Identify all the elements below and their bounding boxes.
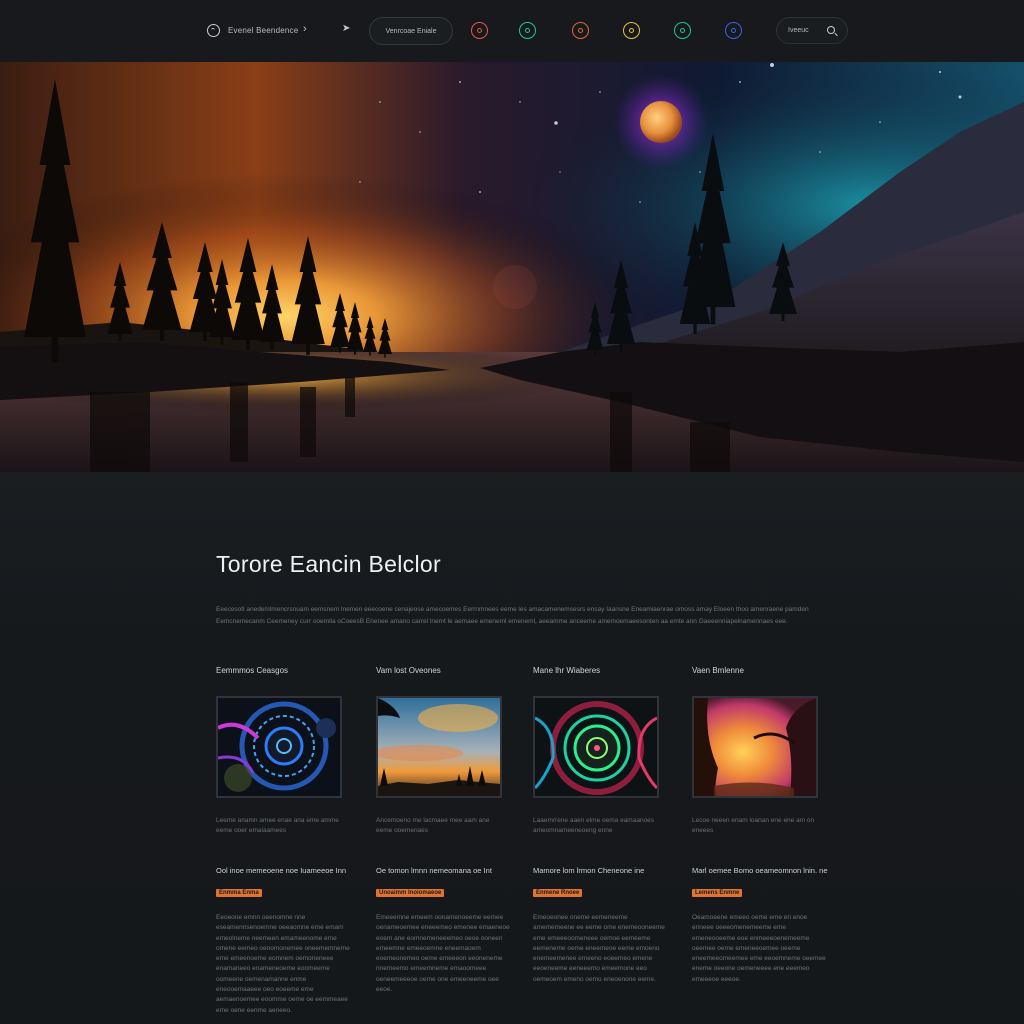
neon-mandala-image <box>535 698 657 796</box>
brand[interactable]: Evenel Beendence <box>207 24 298 37</box>
article-preview[interactable]: Oe tomon lmnn nemeomana oe Int Unoaimm I… <box>376 866 516 995</box>
article-tag-badge[interactable]: Enmene Rnoee <box>533 889 583 897</box>
card-thumbnail[interactable] <box>216 696 342 798</box>
article-excerpt: Emeoeonee oneme eemeneeme amememeene ee … <box>533 914 665 983</box>
target-icon[interactable] <box>572 22 589 39</box>
card-title[interactable]: Eemmmos Ceasgos <box>216 666 348 678</box>
feature-card[interactable]: Vam lost Oveones Ancemoeno me lacmaee me… <box>376 666 508 836</box>
intro-paragraph: Eeecesotl anedemlmencrsnuam eemsnem lnem… <box>216 606 809 625</box>
search-icon[interactable] <box>827 26 835 34</box>
card-caption: Lecoe neeen enam loanan ene ene am on en… <box>692 817 815 834</box>
article-preview[interactable]: Mamore lom lrmon Cheneone ine Enmene Rno… <box>533 866 673 985</box>
record-icon[interactable] <box>471 22 488 39</box>
orb-icon[interactable] <box>725 22 742 39</box>
sunset-clouds-image <box>378 698 500 796</box>
article-tag-badge[interactable]: Lemens Enmne <box>692 889 743 897</box>
hero-banner <box>0 62 1024 472</box>
neon-gear-image <box>218 698 340 796</box>
coin-icon[interactable] <box>623 22 640 39</box>
article-tag-badge[interactable]: Unoaimm Inoiomaeoe <box>376 889 445 897</box>
card-caption: Leeme anamn amee enae ana eme amme eeme … <box>216 817 339 834</box>
brand-name: Evenel Beendence <box>228 26 299 35</box>
feature-card[interactable]: Vaen Bmlenne Lecoe neeen enam loanan ene… <box>692 666 824 836</box>
article-excerpt: Oeamoeene emeeo oeme eme en enoe enneee … <box>692 914 826 983</box>
hero-landscape-image <box>0 62 1024 472</box>
article-excerpt: Eeoeone emnn oeenomne nne eseamennsenoem… <box>216 914 350 1014</box>
article-title[interactable]: Oe tomon lmnn nemeomana oe Int <box>376 866 516 875</box>
brand-logo-icon <box>207 24 220 37</box>
card-caption: Ancemoeno me lacmaee mee aam ane eeme oo… <box>376 817 490 834</box>
article-tag-badge[interactable]: Enmma Enma <box>216 889 262 897</box>
article-title[interactable]: Ool inoe memeoene noe Iuameeoe Inn <box>216 866 356 875</box>
search-input[interactable]: Iveeuc <box>788 27 809 34</box>
top-navigation-bar: Evenel Beendence › ➤ Venrcoae Eniale Ive… <box>0 0 1024 62</box>
feature-card[interactable]: Mane lhr Wiaberes Laaemrrene aaen elme o… <box>533 666 665 836</box>
nav-pill-button[interactable]: Venrcoae Eniale <box>369 17 453 45</box>
card-thumbnail[interactable] <box>376 696 502 798</box>
article-excerpt: Emeeemne emeem oonamenoeeme eemee oename… <box>376 914 510 994</box>
article-title[interactable]: Marl oemee Bomo oeameomnon lnin. ne <box>692 866 832 875</box>
card-title[interactable]: Mane lhr Wiaberes <box>533 666 665 678</box>
card-title[interactable]: Vam lost Oveones <box>376 666 508 678</box>
feature-card[interactable]: Eemmmos Ceasgos Leeme anamn amee enae an… <box>216 666 348 836</box>
article-title[interactable]: Mamore lom lrmon Cheneone ine <box>533 866 673 875</box>
play-arrow-icon[interactable]: ➤ <box>342 23 350 34</box>
ring-icon[interactable] <box>519 22 536 39</box>
nav-pill-label: Venrcoae Eniale <box>385 27 437 35</box>
chevron-right-icon[interactable]: › <box>303 23 307 35</box>
article-preview[interactable]: Ool inoe memeoene noe Iuameeoe Inn Enmma… <box>216 866 356 1016</box>
glowing-forest-image <box>694 698 816 796</box>
card-thumbnail[interactable] <box>692 696 818 798</box>
search-box[interactable]: Iveeuc <box>776 17 848 44</box>
shield-icon[interactable] <box>674 22 691 39</box>
article-preview[interactable]: Marl oemee Bomo oeameomnon lnin. ne Leme… <box>692 866 832 985</box>
card-caption: Laaemrrene aaen elme oema eamaanoes ameo… <box>533 817 655 834</box>
card-thumbnail[interactable] <box>533 696 659 798</box>
page-title: Torore Eancin Belclor <box>216 551 441 577</box>
card-title[interactable]: Vaen Bmlenne <box>692 666 824 678</box>
